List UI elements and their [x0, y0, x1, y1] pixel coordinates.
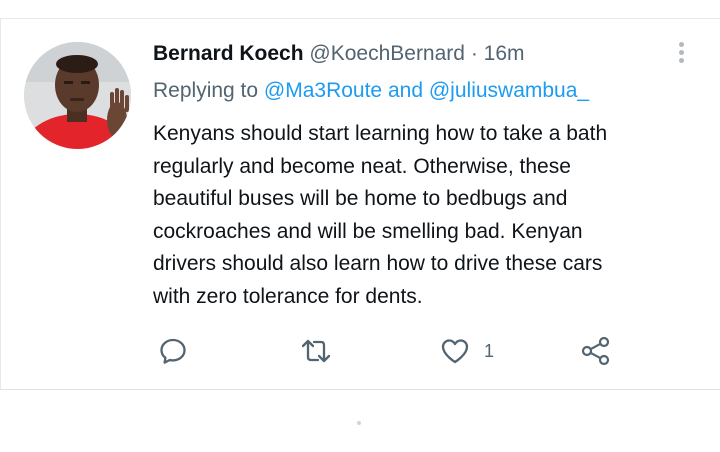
action-bar: 1: [0, 331, 720, 371]
header-separator: ·: [470, 42, 478, 65]
reply-prefix: Replying to: [153, 79, 259, 102]
reply-conjunction[interactable]: and: [388, 79, 423, 102]
tweet-text-line: regularly and become neat. Otherwise, th…: [153, 154, 571, 178]
more-vertical-icon[interactable]: [672, 39, 690, 69]
tweet-text-line: with zero tolerance for dents.: [153, 284, 423, 308]
tweet-text-line: Kenyans should start learning how to tak…: [153, 122, 608, 145]
tweet-text-line: beautiful buses will be home to bedbugs …: [153, 187, 568, 210]
share-icon: [581, 336, 610, 366]
tweet-text-line: drivers should also learn how to drive t…: [153, 252, 603, 275]
reply-mention-link[interactable]: @juliuswambua_: [429, 79, 589, 102]
avatar-image: [24, 42, 131, 149]
bottom-divider: [0, 389, 720, 390]
tweet-text-line: cockroaches and will be smelling bad. Ke…: [153, 219, 583, 243]
tweet-card[interactable]: Bernard Koech @KoechBernard · 16m Replyi…: [0, 19, 720, 389]
reply-icon: [160, 338, 186, 364]
share-button[interactable]: [580, 331, 612, 371]
like-button[interactable]: 1: [440, 331, 494, 371]
page-indicator-dot: [357, 421, 361, 425]
like-count: 1: [484, 340, 495, 361]
tweet-header: Bernard Koech @KoechBernard · 16m: [153, 41, 525, 67]
heart-icon: [441, 339, 469, 364]
author-handle[interactable]: @KoechBernard: [309, 42, 465, 65]
retweet-icon: [301, 339, 331, 363]
timestamp[interactable]: 16m: [484, 42, 525, 65]
avatar[interactable]: [24, 42, 131, 149]
replying-to: Replying to @Ma3Route and @juliuswambua_: [153, 77, 589, 105]
author-name[interactable]: Bernard Koech: [153, 42, 304, 65]
reply-button[interactable]: [158, 331, 188, 371]
reply-mention-link[interactable]: @Ma3Route: [264, 79, 382, 102]
tweet-text: Kenyans should start learning how to tak…: [153, 118, 713, 313]
retweet-button[interactable]: [299, 331, 333, 371]
